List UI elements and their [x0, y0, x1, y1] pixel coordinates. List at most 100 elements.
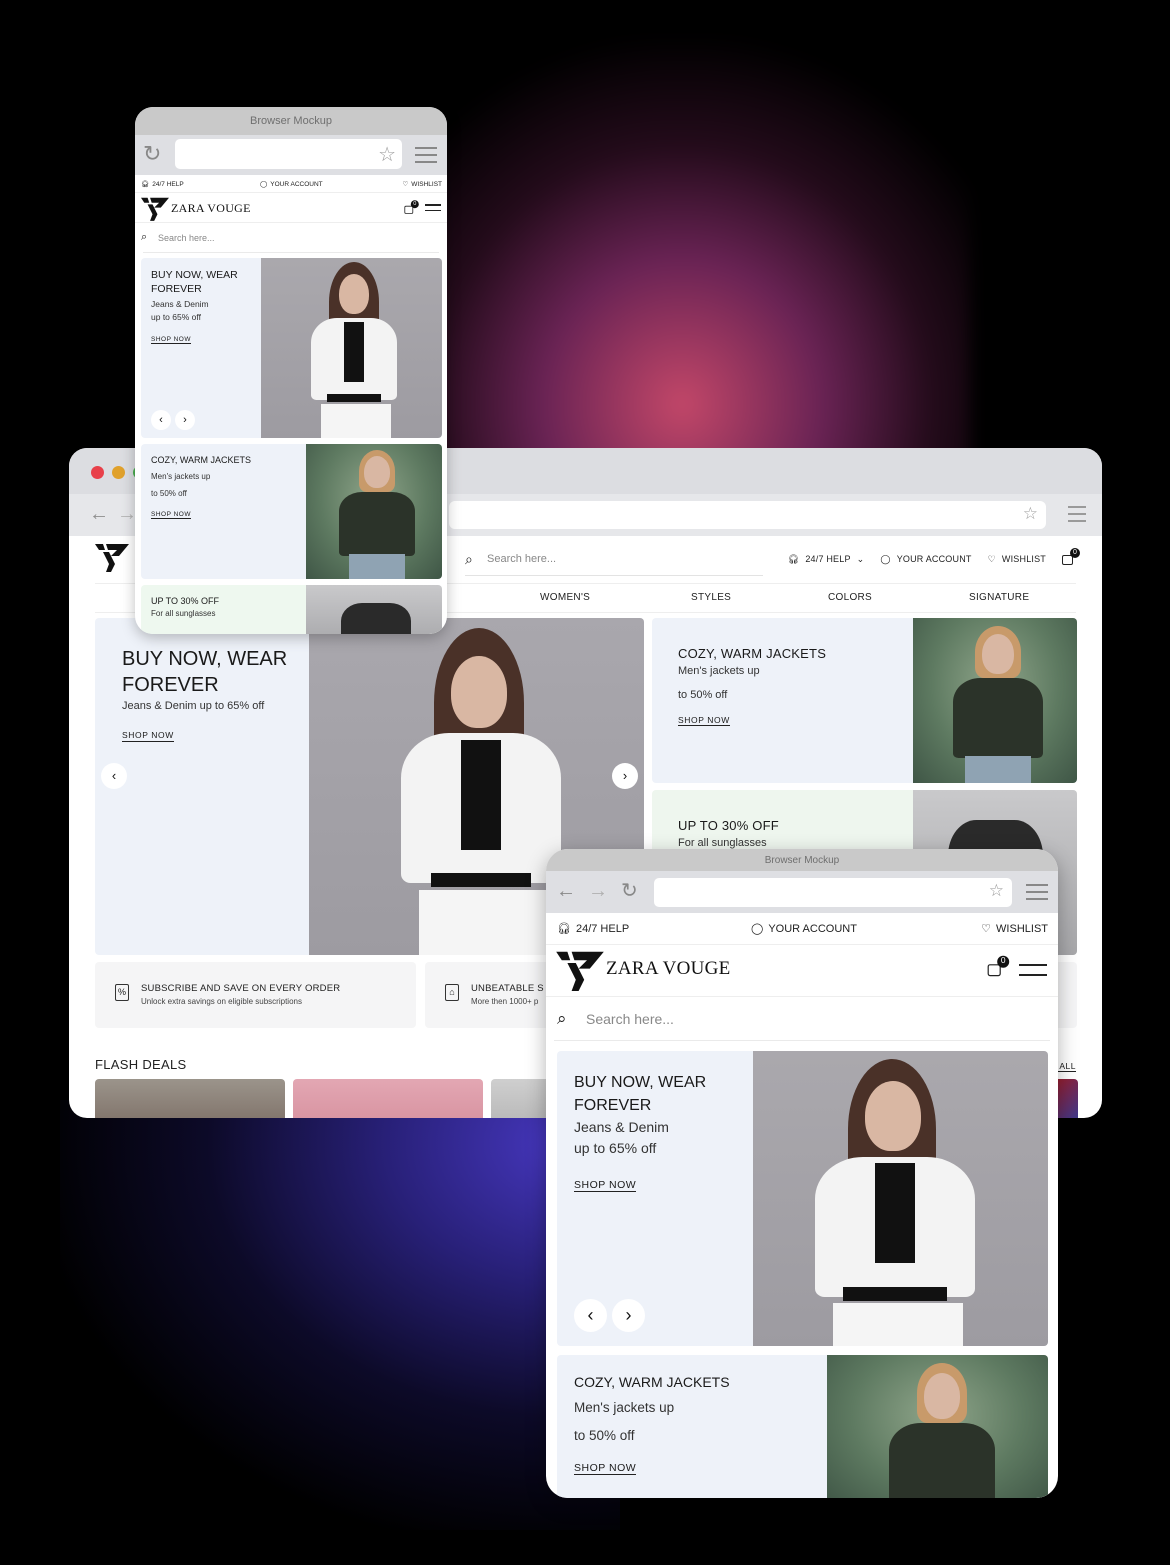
promo-jacket-image — [913, 618, 1077, 783]
brand-name[interactable]: ZARA VOUGE — [171, 201, 251, 216]
account-link[interactable]: ◯ YOUR ACCOUNT — [751, 922, 857, 936]
hero-image — [261, 258, 442, 438]
cart-count-badge: 0 — [1070, 548, 1080, 558]
bookmark-star-icon[interactable]: ☆ — [989, 881, 1004, 901]
headset-icon: 🎧︎ — [141, 181, 150, 188]
promo-line1: Men's jackets up — [574, 1400, 675, 1415]
cart-button[interactable]: 0 — [1062, 548, 1080, 566]
brand-logo[interactable] — [95, 542, 129, 577]
browser-menu-icon[interactable] — [1068, 506, 1086, 527]
account-link[interactable]: ◯ YOUR ACCOUNT — [260, 180, 323, 189]
back-arrow-icon[interactable]: ← — [89, 503, 109, 526]
search-placeholder: Search here... — [487, 553, 557, 565]
hero-banner: BUY NOW, WEAR FOREVER Jeans & Denim up t… — [141, 258, 442, 438]
promo-line1: Men's jackets up — [678, 665, 760, 677]
carousel-next-button[interactable]: › — [612, 1299, 645, 1332]
top-links-bar: 🎧︎ 24/7 HELP ◯ YOUR ACCOUNT ♡ WISHLIST — [135, 175, 447, 193]
promo-shop-now-link[interactable]: SHOP NOW — [574, 1462, 637, 1475]
hero-banner: BUY NOW, WEAR FOREVER Jeans & Denim up t… — [557, 1051, 1048, 1346]
wishlist-link[interactable]: ♡ WISHLIST — [988, 554, 1046, 565]
promo-title: COZY, WARM JACKETS — [678, 646, 827, 661]
hero-title: BUY NOW, WEAR FOREVER — [574, 1074, 707, 1114]
hamburger-menu-icon[interactable] — [1019, 964, 1047, 976]
mockup-title: Browser Mockup — [546, 849, 1058, 871]
promo-shop-now-link[interactable]: SHOP NOW — [678, 715, 730, 726]
browser-menu-icon[interactable] — [415, 147, 437, 163]
nav-item-colors[interactable]: COLORS — [828, 592, 872, 603]
promo-line1: For all sunglasses — [151, 609, 216, 618]
promo-line1: Men's jackets up — [151, 472, 211, 481]
flash-deals-title: FLASH DEALS — [95, 1057, 187, 1072]
brand-name[interactable]: ZARA VOUGE — [606, 958, 731, 980]
logo-mark-icon — [556, 951, 604, 991]
help-link[interactable]: 🎧︎ 24/7 HELP — [557, 922, 629, 936]
user-icon: ◯ — [751, 923, 764, 935]
hero-line1: Jeans & Denim — [151, 299, 209, 309]
search-field[interactable]: ⌕ Search here... — [465, 546, 763, 576]
promo-title: UP TO 30% OFF — [151, 596, 220, 606]
bookmark-star-icon[interactable]: ☆ — [378, 142, 396, 167]
carousel-next-button[interactable]: › — [612, 763, 638, 789]
promo-title: COZY, WARM JACKETS — [151, 455, 252, 465]
hero-title: BUY NOW, WEAR FOREVER — [151, 269, 238, 295]
header-links: 🎧︎ 24/7 HELP ⌄ ◯ YOUR ACCOUNT ♡ WISHLIST… — [788, 548, 1080, 566]
flash-deal-item[interactable] — [293, 1079, 483, 1118]
mobile-browser-mockup-large: Browser Mockup ← → ↻ ☆ 🎧︎ 24/7 HELP ◯ YOUR… — [546, 849, 1058, 1498]
search-placeholder: Search here... — [586, 1011, 674, 1027]
promo-shop-now-link[interactable]: SHOP NOW — [151, 511, 191, 519]
hero-subtitle: Jeans & Denim up to 65% off — [122, 700, 265, 712]
back-arrow-icon[interactable]: ← — [556, 880, 576, 903]
feature-title: SUBSCRIBE AND SAVE ON EVERY ORDER — [141, 983, 341, 994]
flash-deal-item[interactable] — [95, 1079, 285, 1118]
refresh-icon[interactable]: ↻ — [143, 141, 161, 167]
hero-image — [753, 1051, 1048, 1346]
heart-icon: ♡ — [981, 923, 992, 935]
promo-card-jackets: COZY, WARM JACKETS Men's jackets up to 5… — [652, 618, 1077, 783]
nav-item-womens[interactable]: WOMEN'S — [540, 592, 590, 603]
carousel-prev-button[interactable]: ‹ — [574, 1299, 607, 1332]
top-links-bar: 🎧︎ 24/7 HELP ◯ YOUR ACCOUNT ♡ WISHLIST — [546, 913, 1058, 945]
hamburger-menu-icon[interactable] — [425, 204, 441, 211]
carousel-prev-button[interactable]: ‹ — [151, 410, 171, 430]
wishlist-link[interactable]: ♡ WISHLIST — [981, 922, 1048, 936]
carousel-next-button[interactable]: › — [175, 410, 195, 430]
search-icon: ⌕ — [465, 551, 473, 567]
feature-subtitle: Unlock extra savings on eligible subscri… — [141, 997, 302, 1006]
forward-arrow-icon[interactable]: → — [117, 503, 137, 526]
browser-menu-icon[interactable] — [1026, 884, 1048, 900]
hero-shop-now-link[interactable]: SHOP NOW — [151, 336, 191, 344]
nav-item-styles[interactable]: STYLES — [691, 592, 731, 603]
headset-icon: 🎧︎ — [787, 553, 800, 564]
help-link[interactable]: 🎧︎ 24/7 HELP — [141, 180, 184, 189]
help-label: 24/7 HELP — [805, 554, 851, 564]
browser-toolbar: ↻ ☆ — [135, 135, 447, 175]
hero-shop-now-link[interactable]: SHOP NOW — [122, 730, 174, 742]
bookmark-star-icon[interactable]: ☆ — [1023, 504, 1038, 524]
nav-item-signature[interactable]: SIGNATURE — [969, 592, 1029, 603]
address-bar[interactable]: ☆ — [449, 501, 1046, 529]
promo-title: COZY, WARM JACKETS — [574, 1374, 730, 1390]
cart-button[interactable]: 0 — [987, 955, 1010, 978]
promo-line1: For all sunglasses — [678, 837, 767, 849]
wishlist-link[interactable]: ♡ WISHLIST — [402, 180, 442, 189]
carousel-prev-button[interactable]: ‹ — [101, 763, 127, 789]
refresh-icon[interactable]: ↻ — [621, 878, 638, 903]
minimize-window-button[interactable] — [112, 466, 125, 479]
cart-button[interactable]: 0 — [404, 200, 419, 214]
user-icon: ◯ — [260, 181, 268, 188]
mobile-browser-mockup-small: Browser Mockup ↻ ☆ 🎧︎ 24/7 HELP ◯ YOUR ACC… — [135, 107, 447, 634]
hero-shop-now-link[interactable]: SHOP NOW — [574, 1179, 637, 1192]
search-field[interactable]: ⌕ Search here... — [135, 223, 447, 253]
address-bar[interactable]: ☆ — [654, 878, 1012, 907]
address-bar[interactable]: ☆ — [175, 139, 402, 169]
browser-toolbar: ← → ↻ ☆ — [546, 871, 1058, 913]
account-link[interactable]: ◯ YOUR ACCOUNT — [880, 554, 971, 565]
logo-mark-icon — [141, 197, 169, 221]
search-field[interactable]: ⌕ Search here... — [546, 997, 1058, 1041]
help-link[interactable]: 🎧︎ 24/7 HELP ⌄ — [788, 554, 865, 565]
promo-line2: to 50% off — [151, 489, 187, 498]
hero-line2: up to 65% off — [151, 312, 201, 322]
wishlist-label: WISHLIST — [1001, 554, 1046, 564]
forward-arrow-icon[interactable]: → — [588, 880, 608, 903]
close-window-button[interactable] — [91, 466, 104, 479]
